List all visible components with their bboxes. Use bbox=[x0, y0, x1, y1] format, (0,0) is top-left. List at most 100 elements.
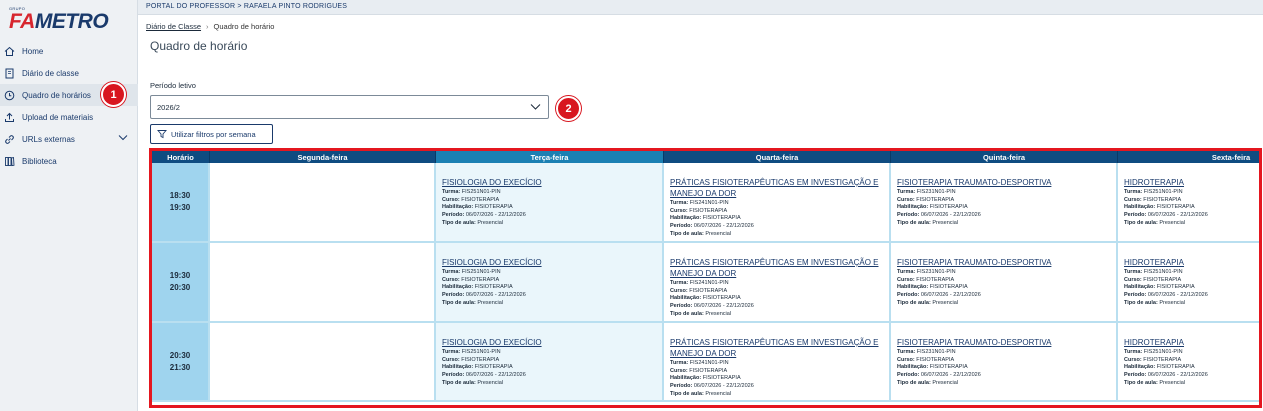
logo-wordmark: FAMETRO bbox=[9, 10, 109, 33]
class-detail-turma: Turma: FIS231N01-PIN bbox=[897, 269, 1110, 277]
clock-icon bbox=[4, 90, 15, 101]
class-detail-turma: Turma: FIS251N01-PIN bbox=[442, 349, 656, 357]
detail-value: FIS251N01-PIN bbox=[461, 269, 501, 275]
detail-label: Turma: bbox=[670, 200, 689, 206]
detail-value: FISIOTERAPIA bbox=[689, 367, 728, 374]
time-start: 18:30 bbox=[169, 191, 191, 200]
class-detail-tipo: Tipo de aula: Presencial bbox=[897, 380, 1110, 388]
detail-label: Curso: bbox=[897, 356, 915, 363]
detail-label: Turma: bbox=[442, 189, 461, 195]
class-detail-curso: Curso: FISIOTERAPIA bbox=[1124, 196, 1259, 205]
class-name-link[interactable]: FISIOLOGIA DO EXECÍCIO bbox=[442, 337, 656, 348]
class-name-link[interactable]: PRÁTICAS FISIOTERAPÊUTICAS EM INVESTIGAÇ… bbox=[670, 337, 883, 359]
detail-value: 06/07/2026 - 22/12/2026 bbox=[693, 383, 754, 390]
detail-label: Curso: bbox=[1124, 196, 1142, 203]
detail-label: Período: bbox=[442, 372, 465, 379]
class-detail-curso: Curso: FISIOTERAPIA bbox=[670, 208, 883, 216]
week-filter-button[interactable]: Utilizar filtros por semana bbox=[150, 124, 273, 144]
detail-label: Habilitação: bbox=[897, 204, 929, 211]
detail-value: Presencial bbox=[1159, 299, 1186, 306]
class-detail-periodo: Período: 06/07/2026 - 22/12/2026 bbox=[1124, 372, 1259, 380]
class-name-link[interactable]: PRÁTICAS FISIOTERAPÊUTICAS EM INVESTIGAÇ… bbox=[670, 177, 883, 199]
detail-label: Habilitação: bbox=[1124, 364, 1156, 371]
detail-label: Tipo de aula: bbox=[1124, 219, 1158, 226]
class-name-link[interactable]: HIDROTERAPIA bbox=[1124, 177, 1259, 188]
class-name-link[interactable]: FISIOLOGIA DO EXECÍCIO bbox=[442, 177, 656, 188]
class-name-link[interactable]: PRÁTICAS FISIOTERAPÊUTICAS EM INVESTIGAÇ… bbox=[670, 257, 883, 279]
class-detail-habilitacao: Habilitação: FISIOTERAPIA bbox=[897, 204, 1110, 212]
class-name-link[interactable]: HIDROTERAPIA bbox=[1124, 257, 1259, 268]
sidebar-item-home[interactable]: Home bbox=[0, 40, 138, 62]
class-detail-habilitacao: Habilitação: FISIOTERAPIA bbox=[1124, 364, 1259, 372]
class-detail-curso: Curso: FISIOTERAPIA bbox=[442, 277, 656, 285]
detail-value: 06/07/2026 - 22/12/2026 bbox=[693, 303, 754, 310]
class-detail-periodo: Período: 06/07/2026 - 22/12/2026 bbox=[897, 372, 1110, 380]
detail-label: Período: bbox=[670, 223, 693, 230]
detail-value: 06/07/2026 - 22/12/2026 bbox=[920, 292, 981, 299]
class-detail-curso: Curso: FISIOTERAPIA bbox=[670, 368, 883, 376]
detail-label: Habilitação: bbox=[897, 284, 929, 291]
detail-label: Turma: bbox=[897, 269, 916, 275]
detail-label: Habilitação: bbox=[670, 375, 702, 382]
class-cell: HIDROTERAPIA Turma: FIS251N01-PIN Curso: F… bbox=[1118, 323, 1259, 400]
chevron-down-icon[interactable] bbox=[118, 134, 128, 143]
schedule-row: 20:30 21:30 FISIOLOGIA DO EXECÍCIO Turma: F… bbox=[152, 323, 1259, 402]
class-detail-tipo: Tipo de aula: Presencial bbox=[1124, 219, 1259, 228]
period-select[interactable]: 2026/2 bbox=[150, 95, 549, 119]
detail-value: 06/07/2026 - 22/12/2026 bbox=[920, 372, 981, 379]
page-title: Quadro de horário bbox=[150, 39, 248, 53]
detail-label: Tipo de aula: bbox=[1124, 379, 1158, 386]
detail-label: Turma: bbox=[1124, 189, 1143, 195]
class-name-link[interactable]: FISIOTERAPIA TRAUMATO-DESPORTIVA bbox=[897, 257, 1110, 268]
detail-label: Habilitação: bbox=[1124, 204, 1156, 211]
detail-label: Turma: bbox=[897, 189, 916, 195]
detail-value: 06/07/2026 - 22/12/2026 bbox=[465, 292, 526, 299]
detail-value: Presencial bbox=[932, 299, 959, 306]
class-detail-habilitacao: Habilitação: FISIOTERAPIA bbox=[670, 375, 883, 383]
sidebar-item-biblioteca[interactable]: Biblioteca bbox=[0, 150, 138, 172]
detail-value: FIS251N01-PIN bbox=[1143, 349, 1183, 355]
detail-label: Curso: bbox=[897, 196, 915, 203]
class-detail-turma: Turma: FIS241N01-PIN bbox=[670, 360, 883, 368]
class-cell: FISIOLOGIA DO EXECÍCIO Turma: FIS251N01-P… bbox=[436, 323, 664, 400]
detail-value: FISIOTERAPIA bbox=[1156, 204, 1195, 211]
breadcrumb-current: Quadro de horário bbox=[213, 22, 275, 31]
class-detail-curso: Curso: FISIOTERAPIA bbox=[1124, 276, 1259, 285]
detail-value: FIS241N01-PIN bbox=[689, 280, 729, 286]
class-detail-tipo: Tipo de aula: Presencial bbox=[1124, 379, 1259, 388]
class-name-link[interactable]: FISIOLOGIA DO EXECÍCIO bbox=[442, 257, 656, 268]
class-detail-curso: Curso: FISIOTERAPIA bbox=[897, 277, 1110, 285]
class-detail-tipo: Tipo de aula: Presencial bbox=[442, 300, 656, 308]
class-name-link[interactable]: FISIOTERAPIA TRAUMATO-DESPORTIVA bbox=[897, 177, 1110, 188]
book-icon bbox=[4, 68, 15, 79]
detail-value: 06/07/2026 - 22/12/2026 bbox=[1147, 212, 1208, 219]
class-detail-tipo: Tipo de aula: Presencial bbox=[670, 391, 883, 399]
fametro-logo[interactable]: GRUPO FAMETRO bbox=[9, 6, 127, 38]
detail-value: 06/07/2026 - 22/12/2026 bbox=[1147, 372, 1208, 379]
class-detail-turma: Turma: FIS251N01-PIN bbox=[1124, 349, 1259, 357]
sidebar-item-urls[interactable]: URLs externas bbox=[0, 128, 138, 150]
sidebar-item-upload[interactable]: Upload de materiais bbox=[0, 106, 138, 128]
detail-value: FIS251N01-PIN bbox=[1143, 189, 1183, 195]
breadcrumb-parent-link[interactable]: Diário de Classe bbox=[146, 22, 201, 31]
detail-label: Período: bbox=[442, 212, 465, 219]
detail-value: FISIOTERAPIA bbox=[1143, 276, 1182, 283]
sidebar-item-label: Upload de materiais bbox=[22, 112, 94, 122]
link-icon bbox=[4, 134, 15, 145]
time-slot-cell: 20:30 21:30 bbox=[152, 323, 210, 400]
detail-label: Curso: bbox=[897, 276, 915, 283]
period-select-value: 2026/2 bbox=[157, 103, 180, 112]
sidebar-item-diario[interactable]: Diário de classe bbox=[0, 62, 138, 84]
schedule-row: 19:30 20:30 FISIOLOGIA DO EXECÍCIO Turma: F… bbox=[152, 243, 1259, 323]
detail-value: FISIOTERAPIA bbox=[1143, 196, 1182, 203]
class-cell: PRÁTICAS FISIOTERAPÊUTICAS EM INVESTIGAÇ… bbox=[664, 163, 891, 241]
class-name-link[interactable]: FISIOTERAPIA TRAUMATO-DESPORTIVA bbox=[897, 337, 1110, 348]
detail-label: Curso: bbox=[670, 367, 688, 374]
detail-label: Período: bbox=[897, 292, 920, 299]
class-name-link[interactable]: HIDROTERAPIA bbox=[1124, 337, 1259, 348]
detail-label: Tipo de aula: bbox=[897, 299, 931, 306]
detail-label: Habilitação: bbox=[670, 295, 702, 302]
sidebar-item-label: Home bbox=[22, 46, 44, 56]
detail-label: Curso: bbox=[1124, 356, 1142, 363]
detail-value: FIS251N01-PIN bbox=[461, 349, 501, 355]
